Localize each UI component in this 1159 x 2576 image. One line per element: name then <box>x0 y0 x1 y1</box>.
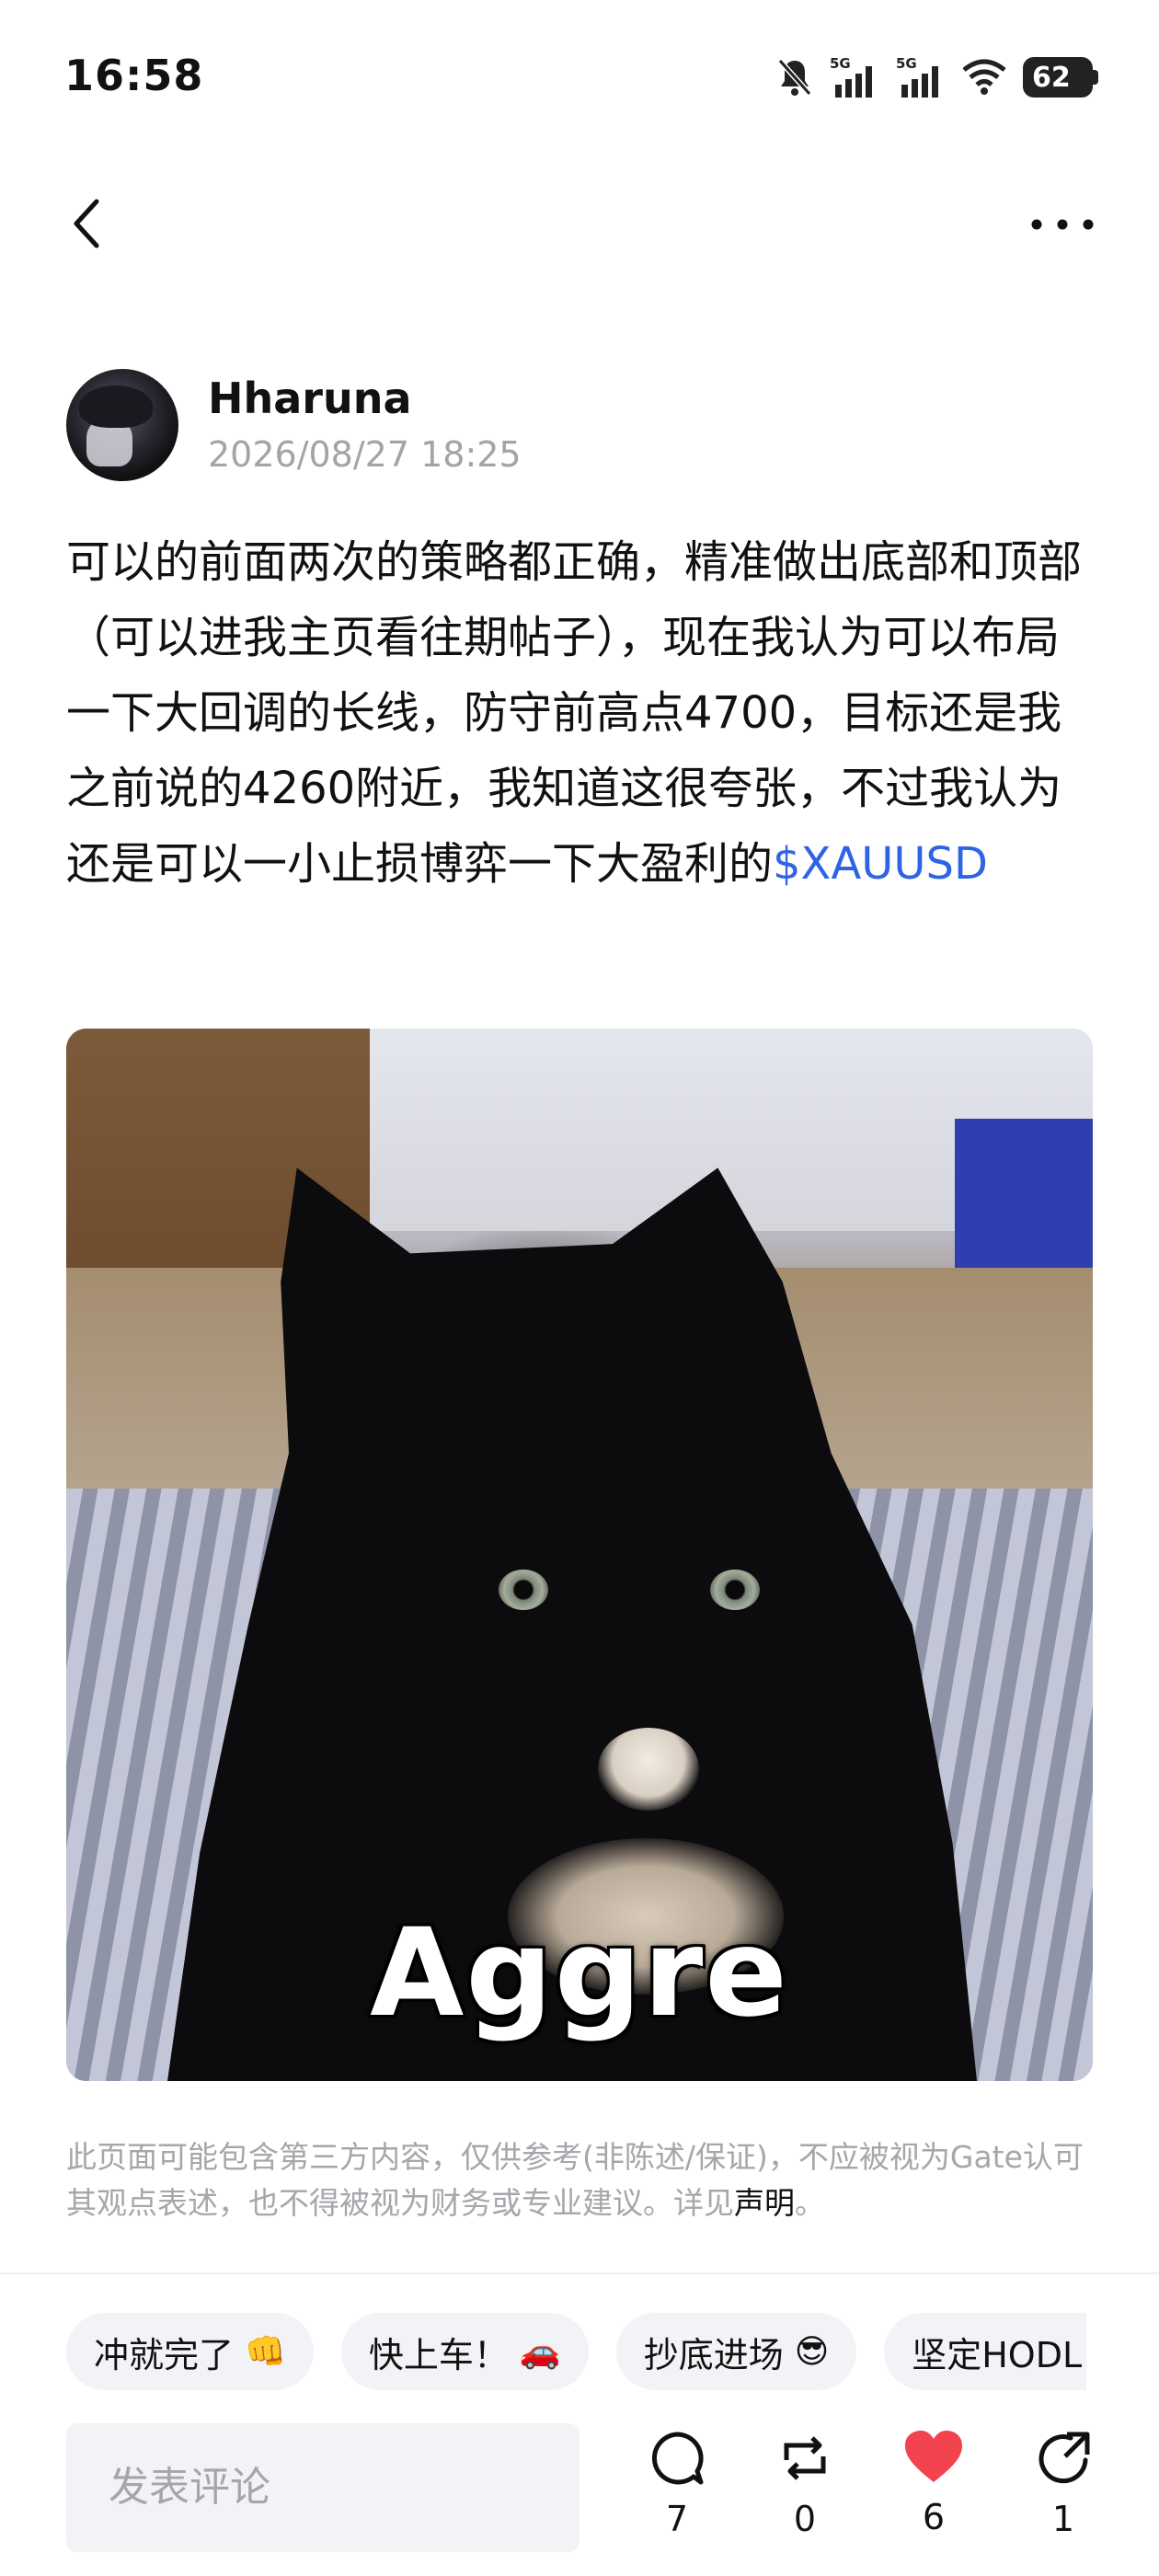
comment-input[interactable] <box>66 2423 580 2552</box>
image-caption: Aggre <box>370 1903 789 2044</box>
reaction-chip-label: 快上车！ <box>368 2334 509 2375</box>
image-cat-nose <box>598 1728 699 1811</box>
post-body: 可以的前面两次的策略都正确，精准做出底部和顶部（可以进我主页看往期帖子），现在我… <box>66 524 1093 902</box>
image-cat-eye-right <box>710 1570 760 1610</box>
sunglasses-icon: 😎 <box>794 2332 830 2371</box>
status-time: 16:58 <box>64 51 204 100</box>
avatar[interactable] <box>66 369 178 481</box>
reaction-chip-label: 坚定HODL <box>912 2334 1083 2375</box>
battery-level: 62 <box>1032 61 1071 94</box>
ticker-link[interactable]: $XAUUSD <box>773 838 988 890</box>
post-body-text: 可以的前面两次的策略都正确，精准做出底部和顶部（可以进我主页看往期帖子），现在我… <box>66 536 1083 890</box>
repost-icon <box>775 2429 834 2491</box>
signal-icon-2: 5G <box>896 55 946 99</box>
reaction-chip-label: 冲就完了 <box>94 2334 235 2375</box>
author-name[interactable]: Hharuna <box>208 371 522 426</box>
post-image[interactable]: Aggre <box>66 1029 1093 2081</box>
post-author[interactable]: Hharuna 2026/08/27 18:25 <box>66 368 522 482</box>
post-timestamp: 2026/08/27 18:25 <box>208 434 522 475</box>
share-icon <box>1034 2429 1093 2491</box>
like-count: 6 <box>922 2497 946 2537</box>
comment-count: 7 <box>665 2499 689 2539</box>
reaction-chip[interactable]: 坚定HODL💎 <box>884 2313 1087 2390</box>
car-icon: 🚗 <box>519 2333 561 2371</box>
status-icons: 5G 5G 62 <box>776 53 1098 101</box>
repost-button[interactable]: 0 <box>768 2429 842 2539</box>
back-button[interactable] <box>55 193 120 258</box>
reaction-chip[interactable]: 抄底进场 😎 <box>615 2313 857 2390</box>
network-label-2: 5G <box>896 55 917 72</box>
share-count: 1 <box>1051 2499 1075 2539</box>
author-meta: Hharuna 2026/08/27 18:25 <box>208 371 522 479</box>
more-options-button[interactable] <box>1021 193 1104 258</box>
repost-count: 0 <box>793 2499 817 2539</box>
disclaimer-link[interactable]: 声明 <box>734 2185 795 2221</box>
share-button[interactable]: 1 <box>1027 2429 1100 2539</box>
reaction-chip[interactable]: 冲就完了 👊 <box>66 2313 314 2390</box>
reaction-chip-label: 抄底进场 <box>643 2334 784 2375</box>
network-label-1: 5G <box>830 55 851 72</box>
like-button[interactable]: 6 <box>897 2429 970 2537</box>
chevron-left-icon <box>69 196 106 255</box>
disclaimer: 此页面可能包含第三方内容，仅供参考(非陈述/保证)，不应被视为Gate认可其观点… <box>66 2134 1093 2226</box>
comment-icon <box>648 2429 706 2491</box>
image-cat-eye-left <box>499 1570 548 1610</box>
divider <box>0 2272 1159 2274</box>
wifi-icon <box>962 59 1006 96</box>
top-nav <box>0 175 1159 276</box>
comment-button[interactable]: 7 <box>640 2429 714 2539</box>
more-horizontal-icon <box>1030 217 1095 235</box>
battery-icon: 62 <box>1023 57 1098 98</box>
disclaimer-suffix: 。 <box>795 2185 825 2221</box>
fist-icon: 👊 <box>245 2333 286 2371</box>
quick-reactions: 冲就完了 👊 快上车！ 🚗 抄底进场 😎 坚定HODL💎 <box>66 2313 1087 2390</box>
reaction-chip[interactable]: 快上车！ 🚗 <box>340 2313 589 2390</box>
mute-bell-icon <box>776 57 813 98</box>
signal-icon: 5G <box>830 55 879 99</box>
disclaimer-text: 此页面可能包含第三方内容，仅供参考(非陈述/保证)，不应被视为Gate认可其观点… <box>66 2139 1084 2221</box>
heart-icon <box>903 2429 964 2490</box>
bottom-bar: 7 0 6 1 <box>0 2420 1159 2558</box>
status-bar: 16:58 5G 5G 62 <box>0 0 1159 156</box>
